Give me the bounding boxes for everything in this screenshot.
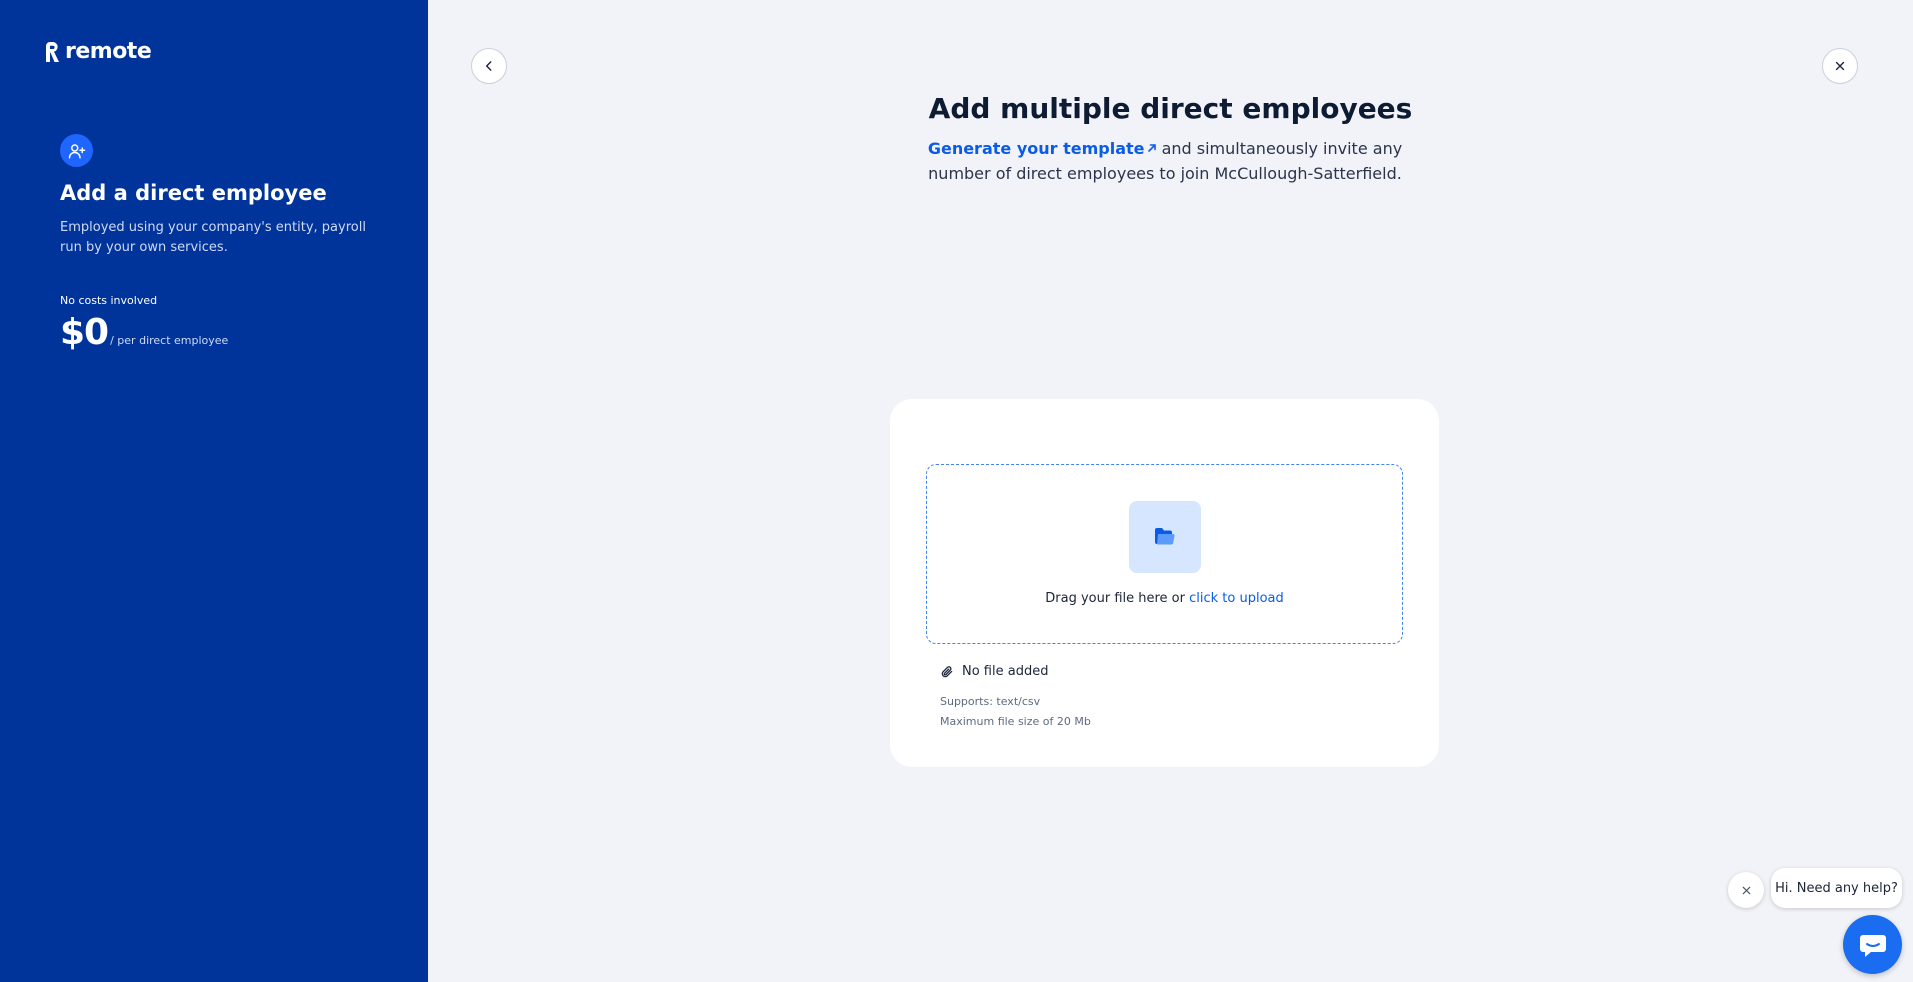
file-dropzone[interactable]: Drag your file here or click to upload bbox=[926, 464, 1403, 644]
chat-icon bbox=[1859, 934, 1886, 957]
sidebar-title: Add a direct employee bbox=[60, 181, 327, 205]
chat-launcher-button[interactable] bbox=[1843, 915, 1902, 974]
drop-instructions: Drag your file here or click to upload bbox=[927, 591, 1402, 606]
external-link-icon bbox=[1147, 144, 1156, 152]
cost-label: No costs involved bbox=[60, 294, 158, 307]
chat-greeting-bubble[interactable]: Hi. Need any help? bbox=[1771, 868, 1902, 908]
supported-formats: Supports: text/csv bbox=[940, 695, 1041, 708]
max-file-size: Maximum file size of 20 Mb bbox=[940, 715, 1091, 728]
generate-template-link[interactable]: Generate your template bbox=[928, 139, 1157, 158]
remote-logo-icon bbox=[46, 42, 59, 62]
back-button[interactable] bbox=[471, 48, 507, 84]
sidebar-description: Employed using your company's entity, pa… bbox=[60, 220, 366, 255]
sidebar: remote Add a direct employee Employed us… bbox=[0, 0, 428, 982]
generate-template-label: Generate your template bbox=[927, 139, 1145, 158]
user-plus-icon bbox=[60, 134, 93, 167]
close-button[interactable] bbox=[1822, 48, 1858, 84]
price-amount: $0 bbox=[60, 312, 109, 353]
drag-text: Drag your file here or bbox=[1045, 591, 1190, 606]
click-to-upload-link[interactable]: click to upload bbox=[1189, 591, 1284, 606]
price: $0 / per direct employee bbox=[60, 312, 228, 353]
page-subtitle: Generate your template and simultaneousl… bbox=[900, 136, 1430, 186]
chat-dismiss-button[interactable] bbox=[1728, 872, 1764, 908]
file-status-text: No file added bbox=[962, 664, 1049, 679]
page-title: Add multiple direct employees bbox=[928, 92, 1413, 125]
paperclip-icon bbox=[941, 665, 953, 677]
remote-logo[interactable]: remote bbox=[43, 39, 152, 64]
folder-icon bbox=[1129, 501, 1201, 573]
close-icon bbox=[1742, 886, 1750, 894]
logo-text: remote bbox=[65, 39, 152, 64]
chat-greeting-text: Hi. Need any help? bbox=[1775, 880, 1898, 896]
chevron-left-icon bbox=[485, 61, 492, 71]
file-status: No file added bbox=[940, 664, 1048, 679]
close-icon bbox=[1835, 61, 1845, 71]
price-unit: / per direct employee bbox=[110, 334, 229, 347]
upload-card: Drag your file here or click to upload N… bbox=[890, 399, 1439, 767]
